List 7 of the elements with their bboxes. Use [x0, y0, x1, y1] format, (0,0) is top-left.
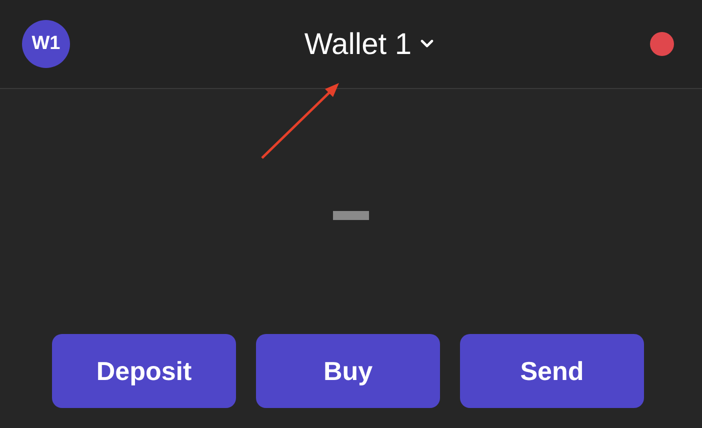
chevron-down-icon	[420, 39, 434, 49]
action-button[interactable]: Deposit	[52, 334, 236, 408]
wallet-selector[interactable]: Wallet 1	[304, 22, 434, 66]
action-button[interactable]: Buy	[256, 334, 440, 408]
action-button[interactable]: Send	[460, 334, 644, 408]
balance-placeholder	[333, 211, 369, 220]
avatar[interactable]: W1	[22, 20, 70, 68]
